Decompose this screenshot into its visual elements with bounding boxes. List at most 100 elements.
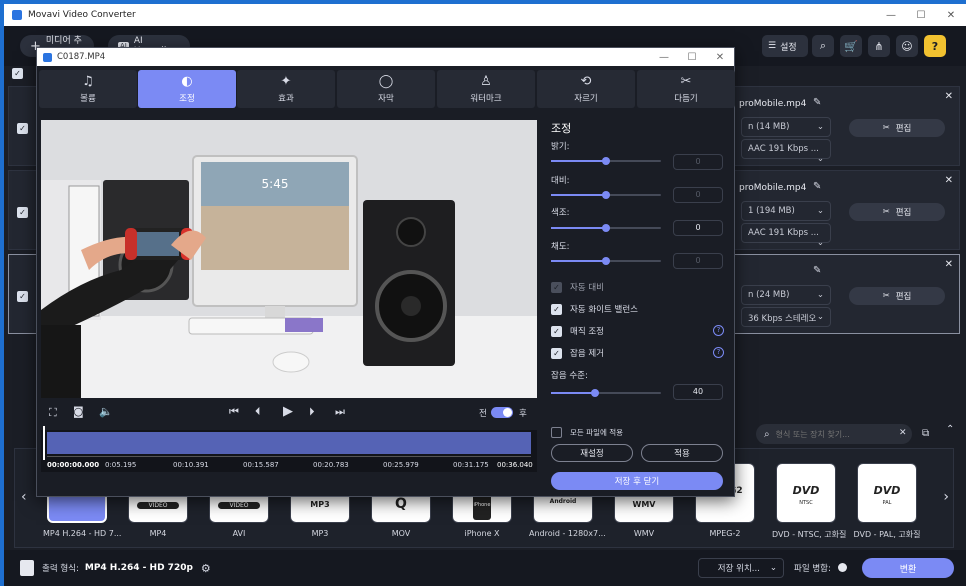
remove-file-icon[interactable]: ✕ (945, 175, 953, 186)
slider-fill (551, 160, 606, 162)
tab-watermark[interactable]: ♙ 워터마크 (437, 70, 535, 108)
pencil-icon[interactable]: ✎ (813, 265, 821, 276)
video-format-select[interactable]: n (14 MB) ⌄ (741, 117, 831, 137)
search-button[interactable]: ⌕ (812, 35, 834, 57)
fullscreen-icon[interactable]: ⛶ (49, 406, 57, 420)
volume-icon[interactable]: 🔈 (99, 405, 113, 418)
minimize-icon[interactable]: — (876, 10, 906, 21)
format-label: Android - 1280x7... (529, 529, 606, 538)
file-checkbox[interactable]: ✓ (17, 207, 28, 218)
settings-button[interactable]: ☰ 설정 (762, 35, 808, 57)
merge-files-toggle[interactable] (838, 563, 847, 572)
close-icon[interactable]: ✕ (706, 52, 734, 63)
contrast-slider[interactable] (551, 191, 661, 199)
slider-fill (551, 194, 606, 196)
minimize-icon[interactable]: — (650, 52, 678, 63)
magic-adjust-help-icon[interactable]: ? (713, 325, 724, 336)
video-format-select[interactable]: n (24 MB) ⌄ (741, 285, 831, 305)
hue-slider[interactable] (551, 224, 661, 232)
maximize-icon[interactable]: ☐ (678, 52, 706, 63)
auto-contrast-checkbox[interactable]: ✓ 자동 대비 (551, 281, 604, 293)
before-after-toggle[interactable] (491, 407, 513, 418)
hue-input[interactable]: 0 (673, 220, 723, 236)
account-button[interactable]: ☺ (896, 35, 918, 57)
remove-file-icon[interactable]: ✕ (945, 91, 953, 102)
remove-file-icon[interactable]: ✕ (945, 259, 953, 270)
audio-select[interactable]: 36 Kbps 스테레오 ⌄ (741, 307, 831, 327)
audio-select[interactable]: AAC 191 Kbps ... ⌄ (741, 223, 831, 248)
slider-knob[interactable] (602, 224, 610, 232)
slider-knob[interactable] (602, 157, 610, 165)
select-all-checkbox[interactable]: ✓ (12, 68, 23, 79)
save-close-button[interactable]: 저장 후 닫기 (551, 472, 723, 490)
slider-knob[interactable] (602, 257, 610, 265)
checkbox-box[interactable]: ✓ (551, 347, 562, 359)
format-search[interactable]: ⌕ (756, 424, 912, 444)
tab-subtitles[interactable]: ◯ 자막 (337, 70, 435, 108)
magic-adjust-checkbox[interactable]: ✓ 매직 조정 (551, 325, 604, 337)
scroll-right-icon[interactable]: › (943, 489, 949, 505)
checkbox-box[interactable]: ✓ (551, 303, 562, 315)
tab-crop[interactable]: ⟲ 자르기 (537, 70, 635, 108)
auto-white-balance-checkbox[interactable]: ✓ 자동 화이트 밸런스 (551, 303, 638, 315)
file-checkbox[interactable]: ✓ (17, 123, 28, 134)
format-dvd-pal[interactable]: DVD PAL DVD - PAL, 고화질 (853, 463, 921, 540)
checkbox-box[interactable]: ✓ (551, 325, 562, 337)
timeline-track[interactable] (47, 432, 531, 454)
save-to-select[interactable]: 저장 위치... ⌄ (698, 558, 784, 578)
pencil-icon[interactable]: ✎ (813, 97, 821, 108)
prev-frame-icon[interactable]: ⏴ (255, 405, 261, 419)
camera-icon[interactable]: ◙ (73, 405, 84, 418)
tab-adjust[interactable]: ◐ 조정 (138, 70, 236, 108)
next-frame-icon[interactable]: ⏵ (309, 405, 315, 419)
device-detect-icon[interactable]: ⧉ (922, 428, 929, 439)
app-logo-icon (12, 10, 22, 20)
edit-button[interactable]: ✂ 편집 (849, 287, 945, 305)
brightness-input[interactable]: 0 (673, 154, 723, 170)
contrast-input[interactable]: 0 (673, 187, 723, 203)
format-label: iPhone X (464, 529, 500, 538)
apply-all-checkbox[interactable]: 모든 파일에 적용 (551, 427, 623, 438)
noise-removal-help-icon[interactable]: ? (713, 347, 724, 358)
audio-select[interactable]: AAC 191 Kbps ... ⌄ (741, 139, 831, 164)
share-button[interactable]: ⋔ (868, 35, 890, 57)
output-format-value[interactable]: MP4 H.264 - HD 720p (85, 563, 193, 573)
edit-button[interactable]: ✂ 편집 (849, 119, 945, 137)
tab-trim[interactable]: ✂ 다듬기 (637, 70, 735, 108)
convert-button[interactable]: 변환 (862, 558, 954, 578)
slider-knob[interactable] (602, 191, 610, 199)
play-icon[interactable]: ▶ (283, 404, 293, 419)
edit-button[interactable]: ✂ 편집 (849, 203, 945, 221)
scroll-left-icon[interactable]: ‹ (21, 489, 27, 505)
noise-removal-checkbox[interactable]: ✓ 잡음 제거 (551, 347, 604, 359)
checkbox-box[interactable]: ✓ (551, 281, 562, 293)
gear-icon[interactable]: ⚙ (201, 562, 211, 575)
noise-level-input[interactable]: 40 (673, 384, 723, 400)
playhead[interactable] (43, 426, 50, 460)
pencil-icon[interactable]: ✎ (813, 181, 821, 192)
video-format-select[interactable]: 1 (194 MB) ⌄ (741, 201, 831, 221)
close-icon[interactable]: ✕ (936, 10, 966, 21)
reset-button[interactable]: 재설정 (551, 444, 633, 462)
checkbox-box[interactable] (551, 427, 562, 438)
cart-button[interactable]: 🛒 (840, 35, 862, 57)
saturation-input[interactable]: 0 (673, 253, 723, 269)
maximize-icon[interactable]: ☐ (906, 10, 936, 21)
clear-search-icon[interactable]: ✕ (899, 428, 907, 438)
tab-effects[interactable]: ✦ 효과 (237, 70, 335, 108)
brightness-slider[interactable] (551, 157, 661, 165)
slider-knob[interactable] (591, 389, 599, 397)
tab-volume[interactable]: ♫ 볼륨 (39, 70, 137, 108)
file-checkbox[interactable]: ✓ (17, 291, 28, 302)
help-button[interactable]: ? (924, 35, 946, 57)
skip-end-icon[interactable]: ⏭ (335, 405, 345, 419)
apply-button[interactable]: 적용 (641, 444, 723, 462)
noise-removal-label: 잡음 제거 (570, 349, 604, 359)
format-search-input[interactable] (775, 429, 896, 439)
timeline[interactable]: 00:00:00.000 0:05.195 00:10.391 00:15.58… (41, 426, 537, 472)
format-dvd-ntsc[interactable]: DVD NTSC DVD - NTSC, 고화질 (772, 463, 846, 540)
collapse-panel-icon[interactable]: ⌃ (946, 424, 954, 435)
saturation-slider[interactable] (551, 257, 661, 265)
noise-level-slider[interactable] (551, 389, 661, 397)
skip-start-icon[interactable]: ⏮ (229, 405, 239, 419)
